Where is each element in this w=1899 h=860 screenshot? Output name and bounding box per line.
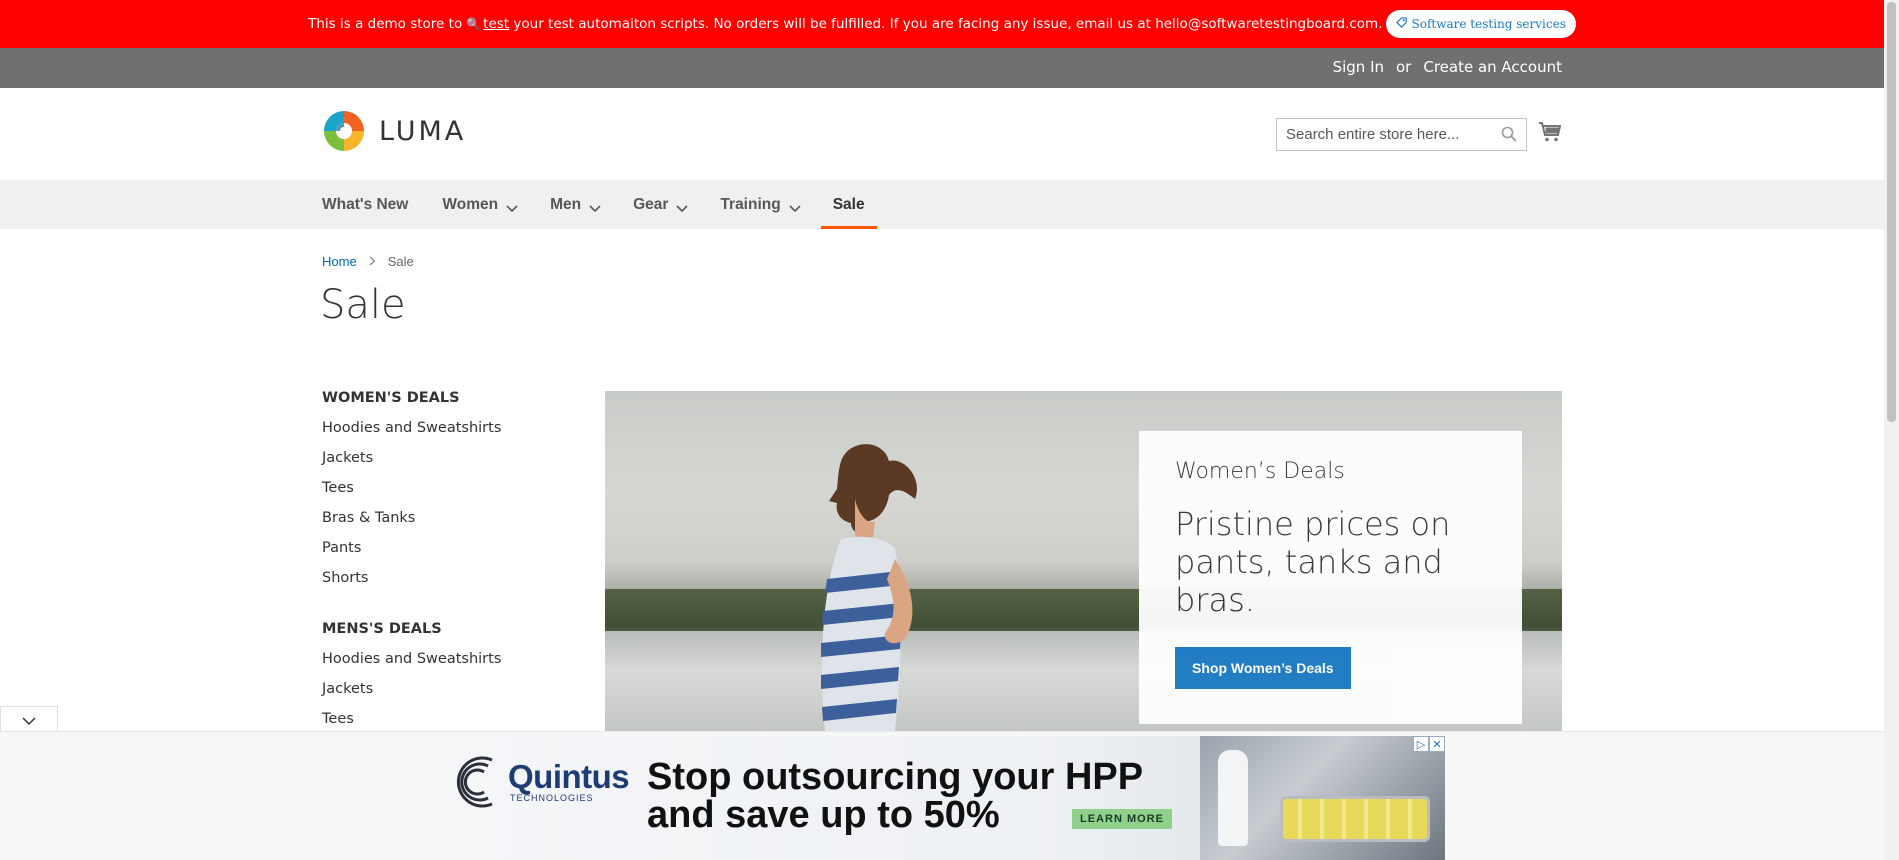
sidebar-link[interactable]: Jackets xyxy=(322,448,501,478)
ad-brand-sub: TECHNOLOGIES xyxy=(510,793,594,803)
demo-notice-prefix: This is a demo store to xyxy=(308,16,463,32)
sidebar-link[interactable]: Bras & Tanks xyxy=(322,508,501,538)
nav-item-gear[interactable]: Gear xyxy=(633,180,688,229)
chevron-down-icon xyxy=(789,200,801,212)
demo-notice-test-link[interactable]: test xyxy=(483,16,509,32)
breadcrumb-current: Sale xyxy=(387,254,414,269)
search-icon: 🔍 xyxy=(466,17,482,31)
ad-controls: ▷ ✕ xyxy=(1413,736,1445,752)
page-title: Sale xyxy=(320,282,406,328)
site-header: LUMA xyxy=(0,88,1884,180)
adchoices-icon[interactable]: ▷ xyxy=(1413,736,1429,752)
mens-deals-list: Hoodies and Sweatshirts Jackets Tees xyxy=(322,649,501,739)
demo-notice-bar: This is a demo store to 🔍 test your test a… xyxy=(0,0,1884,48)
nav-item-training[interactable]: Training xyxy=(720,180,801,229)
deals-sidebar: WOMEN'S DEALS Hoodies and Sweatshirts Ja… xyxy=(322,390,501,762)
search-input[interactable] xyxy=(1277,119,1477,150)
ad-brand: Quintus xyxy=(508,758,630,795)
quintus-logo-icon xyxy=(452,752,512,812)
create-account-link[interactable]: Create an Account xyxy=(1423,58,1562,76)
scrollbar-thumb[interactable] xyxy=(1887,2,1896,422)
nav-item-label: Women xyxy=(442,195,499,213)
tag-icon xyxy=(1395,17,1407,31)
sidebar-link[interactable]: Hoodies and Sweatshirts xyxy=(322,649,501,679)
nav-item-whats-new[interactable]: What's New xyxy=(322,180,408,229)
advertisement-banner[interactable]: Quintus TECHNOLOGIES Stop outsourcing yo… xyxy=(440,736,1445,860)
nav-item-sale[interactable]: Sale xyxy=(820,180,877,229)
nav-item-men[interactable]: Men xyxy=(550,180,601,229)
ad-headline-line1: Stop outsourcing your HPP xyxy=(647,756,1144,798)
chevron-down-icon xyxy=(589,200,601,212)
womens-deals-heading: WOMEN'S DEALS xyxy=(322,390,460,406)
ad-headline: Stop outsourcing your HPP and save up to… xyxy=(647,758,1143,834)
breadcrumb-home-link[interactable]: Home xyxy=(322,254,357,269)
search-icon[interactable] xyxy=(1501,126,1517,146)
breadcrumb: Home Sale xyxy=(322,254,414,269)
sidebar-link[interactable]: Hoodies and Sweatshirts xyxy=(322,418,501,448)
close-icon[interactable]: ✕ xyxy=(1429,736,1445,752)
womens-deals-promo: Women’s Deals Pristine prices on pants, … xyxy=(1139,431,1522,724)
promo-subtitle: Women’s Deals xyxy=(1175,459,1345,484)
or-separator: or xyxy=(1396,58,1412,76)
ad-photo-person xyxy=(1218,750,1248,846)
nav-item-women[interactable]: Women xyxy=(442,180,518,229)
sidebar-link[interactable]: Tees xyxy=(322,478,501,508)
nav-item-label: Gear xyxy=(633,195,669,213)
page-scrollbar[interactable] xyxy=(1884,0,1899,860)
chevron-down-icon xyxy=(676,200,688,212)
sign-in-link[interactable]: Sign In xyxy=(1333,58,1384,76)
ad-photo-machine xyxy=(1280,796,1430,842)
ad-headline-line2: and save up to 50% xyxy=(647,794,1000,836)
nav-item-label: What's New xyxy=(322,195,409,213)
nav-item-label: Men xyxy=(550,195,582,213)
sidebar-link[interactable]: Shorts xyxy=(322,568,501,598)
chevron-down-icon xyxy=(22,711,36,730)
demo-notice-text: This is a demo store to 🔍 test your test a… xyxy=(308,16,1382,32)
shop-womens-deals-button[interactable]: Shop Women’s Deals xyxy=(1175,647,1351,689)
luma-logo-text: LUMA xyxy=(379,115,467,147)
software-testing-services-button[interactable]: Software testing services xyxy=(1385,10,1576,38)
ad-product-photo xyxy=(1200,736,1445,860)
demo-notice-suffix: your test automaiton scripts. No orders … xyxy=(513,16,1383,32)
luma-logo-icon xyxy=(322,109,366,153)
learn-more-button[interactable]: LEARN MORE xyxy=(1072,809,1172,829)
ad-collapse-toggle[interactable] xyxy=(0,706,58,733)
runner-figure xyxy=(755,439,955,731)
chevron-right-icon xyxy=(369,254,376,269)
mens-deals-heading: MENS'S DEALS xyxy=(322,621,442,637)
nav-item-label: Sale xyxy=(832,195,865,213)
chevron-down-icon xyxy=(506,200,518,212)
sidebar-link[interactable]: Jackets xyxy=(322,679,501,709)
nav-item-label: Training xyxy=(720,195,781,213)
panel-header: Sign In or Create an Account xyxy=(0,48,1884,88)
cart-icon[interactable] xyxy=(1538,121,1562,147)
promo-headline: Pristine prices on pants, tanks and bras… xyxy=(1175,505,1451,619)
womens-deals-list: Hoodies and Sweatshirts Jackets Tees Bra… xyxy=(322,418,501,598)
sidebar-link[interactable]: Pants xyxy=(322,538,501,568)
luma-logo[interactable]: LUMA xyxy=(322,109,466,153)
search-box xyxy=(1276,118,1527,151)
main-navigation: What's New Women Men Gear Training Sale xyxy=(0,180,1884,229)
software-testing-services-label: Software testing services xyxy=(1411,17,1566,31)
